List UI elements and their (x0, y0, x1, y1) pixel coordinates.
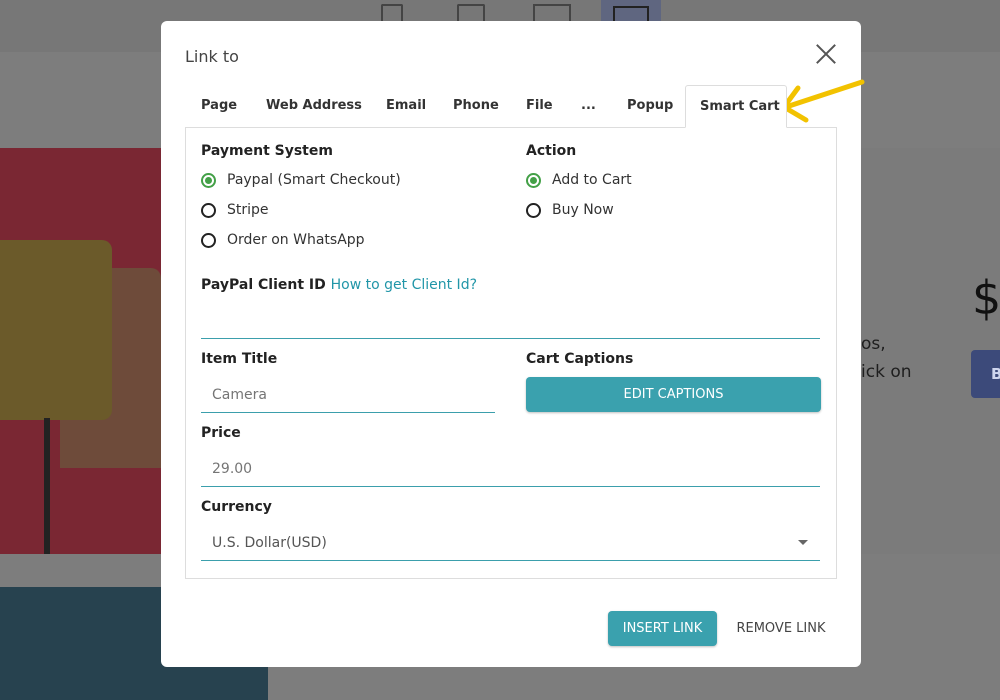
payment-system-label: Payment System (201, 143, 333, 159)
client-id-help-link[interactable]: How to get Client Id? (331, 277, 477, 293)
radio-checked-icon (201, 172, 216, 188)
annotation-arrow-icon (781, 79, 865, 123)
remove-link-button[interactable]: REMOVE LINK (727, 611, 835, 646)
dropdown-arrow-icon (798, 540, 808, 545)
item-title-field[interactable] (201, 378, 495, 413)
background-price-symbol: $ (972, 271, 1000, 325)
radio-unchecked-icon (201, 202, 216, 218)
tab-popup[interactable]: Popup (627, 85, 673, 127)
price-field[interactable] (201, 452, 820, 487)
radio-unchecked-icon (526, 202, 541, 218)
action-label: Action (526, 143, 577, 159)
client-id-label-text: PayPal Client ID (201, 277, 326, 293)
item-title-input[interactable] (201, 378, 495, 412)
insert-link-button[interactable]: INSERT LINK (608, 611, 717, 646)
radio-stripe-label: Stripe (227, 202, 269, 218)
background-text-line: os, (861, 334, 886, 354)
currency-label: Currency (201, 499, 272, 515)
client-id-field[interactable] (201, 304, 820, 339)
tab-more[interactable]: ... (581, 85, 596, 127)
price-input[interactable] (201, 452, 820, 486)
camera-strap (44, 418, 50, 554)
client-id-input[interactable] (201, 304, 820, 338)
background-camera-photo (0, 148, 161, 554)
radio-whatsapp-label: Order on WhatsApp (227, 232, 365, 248)
background-button: B (971, 350, 1000, 398)
radio-checked-icon (526, 172, 541, 188)
radio-stripe[interactable]: Stripe (201, 202, 269, 218)
close-icon[interactable] (811, 39, 841, 69)
tab-email[interactable]: Email (386, 85, 426, 127)
link-dialog: Link to Page Web Address Email Phone Fil… (161, 21, 861, 667)
item-title-label: Item Title (201, 351, 278, 367)
radio-paypal[interactable]: Paypal (Smart Checkout) (201, 172, 401, 188)
radio-paypal-label: Paypal (Smart Checkout) (227, 172, 401, 188)
edit-captions-button[interactable]: EDIT CAPTIONS (526, 377, 821, 412)
tab-page[interactable]: Page (201, 85, 237, 127)
radio-unchecked-icon (201, 232, 216, 248)
tab-web-address[interactable]: Web Address (266, 85, 362, 127)
currency-selected-value: U.S. Dollar(USD) (212, 535, 327, 551)
smart-cart-panel: Payment System Paypal (Smart Checkout) S… (185, 127, 837, 579)
paypal-client-id-label: PayPal Client ID How to get Client Id? (201, 277, 477, 293)
radio-whatsapp[interactable]: Order on WhatsApp (201, 232, 365, 248)
radio-add-to-cart[interactable]: Add to Cart (526, 172, 632, 188)
camera-shape (0, 240, 112, 420)
radio-add-to-cart-label: Add to Cart (552, 172, 632, 188)
tab-phone[interactable]: Phone (453, 85, 499, 127)
background-text-line: ick on (861, 362, 912, 382)
currency-select[interactable]: U.S. Dollar(USD) (201, 526, 820, 561)
dialog-title: Link to (185, 47, 239, 66)
price-label: Price (201, 425, 241, 441)
tab-file[interactable]: File (526, 85, 553, 127)
radio-buy-now-label: Buy Now (552, 202, 614, 218)
cart-captions-label: Cart Captions (526, 351, 634, 367)
radio-buy-now[interactable]: Buy Now (526, 202, 614, 218)
tab-smart-cart[interactable]: Smart Cart (685, 85, 787, 128)
